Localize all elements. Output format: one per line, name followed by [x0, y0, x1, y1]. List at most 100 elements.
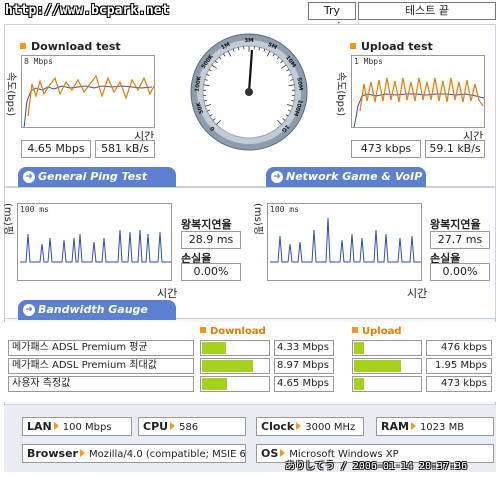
upload-series-orange [359, 77, 484, 112]
tab-general-ping[interactable]: ➜ General Ping Test [18, 167, 176, 187]
general-ping-series [20, 229, 171, 263]
browser-info: Browser Mozilla/4.0 (compatible; MSIE 6.0 [22, 444, 246, 463]
game-ping-svg [270, 217, 421, 263]
bandwidth-download-header: Download [200, 326, 266, 337]
gauge-dial: 050K100K500K1M3M5M10M50M100M1G [190, 33, 308, 151]
game-ping-y-axis-label: (ms)핑 [252, 203, 263, 235]
download-bar [200, 340, 270, 356]
gauge-tick-label: 3M [244, 38, 253, 44]
general-ping-graph: 100 ms [17, 203, 172, 281]
upload-value: 476 kbps [426, 340, 492, 356]
upload-bar-fill [354, 360, 401, 372]
cpu-value: 586 [179, 422, 199, 433]
cpu-info: CPU 586 [138, 417, 246, 436]
upload-test-title-text: Upload test [361, 40, 433, 53]
download-value: 4.65 Mbps [274, 376, 334, 392]
bandwidth-download-header-text: Download [210, 326, 266, 337]
clock-value: 3000 MHz [305, 422, 356, 433]
download-graph: 8 Mbps [21, 55, 155, 128]
timestamp-overlay: ありしてう / 2006-01-14 20:37:36 [285, 461, 468, 472]
download-bar [200, 358, 270, 374]
upload-speed-kbs: 59.1 kB/s [425, 140, 485, 158]
bandwidth-row-name: 메가패스 ADSL Premium 평균 [8, 340, 194, 356]
game-loss-value: 0.00% [430, 263, 490, 281]
upload-y-axis-label: 속도(bps) [335, 72, 346, 117]
clock-label: Clock [261, 420, 295, 433]
tab-network-game[interactable]: ➜Network Game & VoIP Test [266, 167, 426, 203]
general-ping-svg [20, 229, 171, 263]
download-test-title-text: Download test [31, 40, 121, 53]
bullet-icon [352, 327, 358, 333]
bandwidth-row-name: 메가패스 ADSL Premium 최대값 [8, 358, 194, 374]
top-bar: http://www.bcpark.net Try again 테스트 끝 [0, 0, 500, 33]
upload-bar-fill [354, 342, 365, 354]
upload-bar [352, 376, 422, 392]
ram-info: RAM 1023 MB [376, 417, 494, 436]
lan-info: LAN 100 Mbps [22, 417, 132, 436]
cpu-label: CPU [143, 420, 169, 433]
lan-value: 100 Mbps [62, 422, 112, 433]
download-test-title: Download test [20, 40, 121, 53]
speed-gauge: 0 50K 100K 500K 1M 3M 5M 10M 50M 100M 1G [190, 33, 308, 151]
upload-bar [352, 340, 422, 356]
lan-label: LAN [27, 420, 52, 433]
download-speed-mbps: 4.65 Mbps [21, 140, 91, 158]
os-label: OS [261, 447, 279, 460]
download-value: 4.33 Mbps [274, 340, 334, 356]
general-latency-value: 28.9 ms [181, 231, 241, 249]
ram-value: 1023 MB [419, 422, 465, 433]
general-ping-x-axis-label: 시간 [157, 287, 178, 300]
clock-info: Clock 3000 MHz [256, 417, 364, 436]
triangle-right-icon [79, 449, 85, 457]
bandwidth-upload-header: Upload [352, 326, 401, 337]
tab-bandwidth-gauge-label: Bandwidth Gauge [38, 303, 148, 316]
ram-label: RAM [381, 420, 409, 433]
bullet-icon [20, 43, 26, 49]
bullet-icon [200, 327, 206, 333]
arrow-right-icon: ➜ [23, 304, 35, 316]
general-ping-y-axis-label: (ms)핑 [2, 203, 13, 235]
upload-bar-fill [354, 378, 365, 390]
upload-value: 1.95 Mbps [426, 358, 492, 374]
triangle-right-icon [296, 422, 302, 430]
site-watermark: http://www.bcpark.net [5, 3, 170, 18]
upload-test-title: Upload test [350, 40, 433, 53]
tab-general-ping-label: General Ping Test [38, 170, 147, 183]
download-bar [200, 376, 270, 392]
arrow-right-icon: ➜ [23, 171, 35, 183]
browser-value: Mozilla/4.0 (compatible; MSIE 6.0 [88, 449, 246, 460]
download-y-axis-label: 속도(bps) [5, 72, 16, 117]
browser-label: Browser [27, 447, 78, 460]
triangle-right-icon [53, 422, 59, 430]
bandwidth-row-name: 사용자 측정값 [8, 376, 194, 392]
game-ping-series [270, 217, 421, 263]
upload-series-blue [353, 93, 484, 127]
download-bar-fill [202, 378, 228, 390]
upload-bar [352, 358, 422, 374]
upload-speed-kbps: 473 kbps [351, 140, 421, 158]
tab-bandwidth-gauge[interactable]: ➜ Bandwidth Gauge [18, 300, 176, 320]
download-bar-fill [202, 360, 254, 372]
general-latency-label: 왕복지연율 [181, 218, 232, 231]
bullet-icon [350, 43, 356, 49]
game-latency-label: 왕복지연율 [430, 218, 481, 231]
download-bar-fill [202, 342, 226, 354]
game-ping-x-axis-label: 시간 [407, 287, 428, 300]
upload-value: 473 kbps [426, 376, 492, 392]
end-test-button[interactable]: 테스트 끝 [358, 2, 496, 20]
download-value: 8.97 Mbps [274, 358, 334, 374]
general-loss-value: 0.00% [181, 263, 241, 281]
game-latency-value: 27.7 ms [430, 231, 490, 249]
upload-graph: 1 Mbps [351, 55, 485, 128]
download-speed-kbs: 581 kB/s [95, 140, 155, 158]
download-series-orange [27, 74, 154, 117]
triangle-right-icon [170, 422, 176, 430]
bandwidth-upload-header-text: Upload [362, 326, 402, 337]
try-again-button[interactable]: Try again [308, 2, 356, 33]
download-graph-svg [23, 74, 154, 127]
game-ping-graph: 100 ms [267, 203, 422, 281]
triangle-right-icon [280, 449, 286, 457]
arrow-right-icon: ➜ [271, 171, 283, 183]
triangle-right-icon [410, 422, 416, 430]
upload-graph-svg [353, 77, 484, 127]
